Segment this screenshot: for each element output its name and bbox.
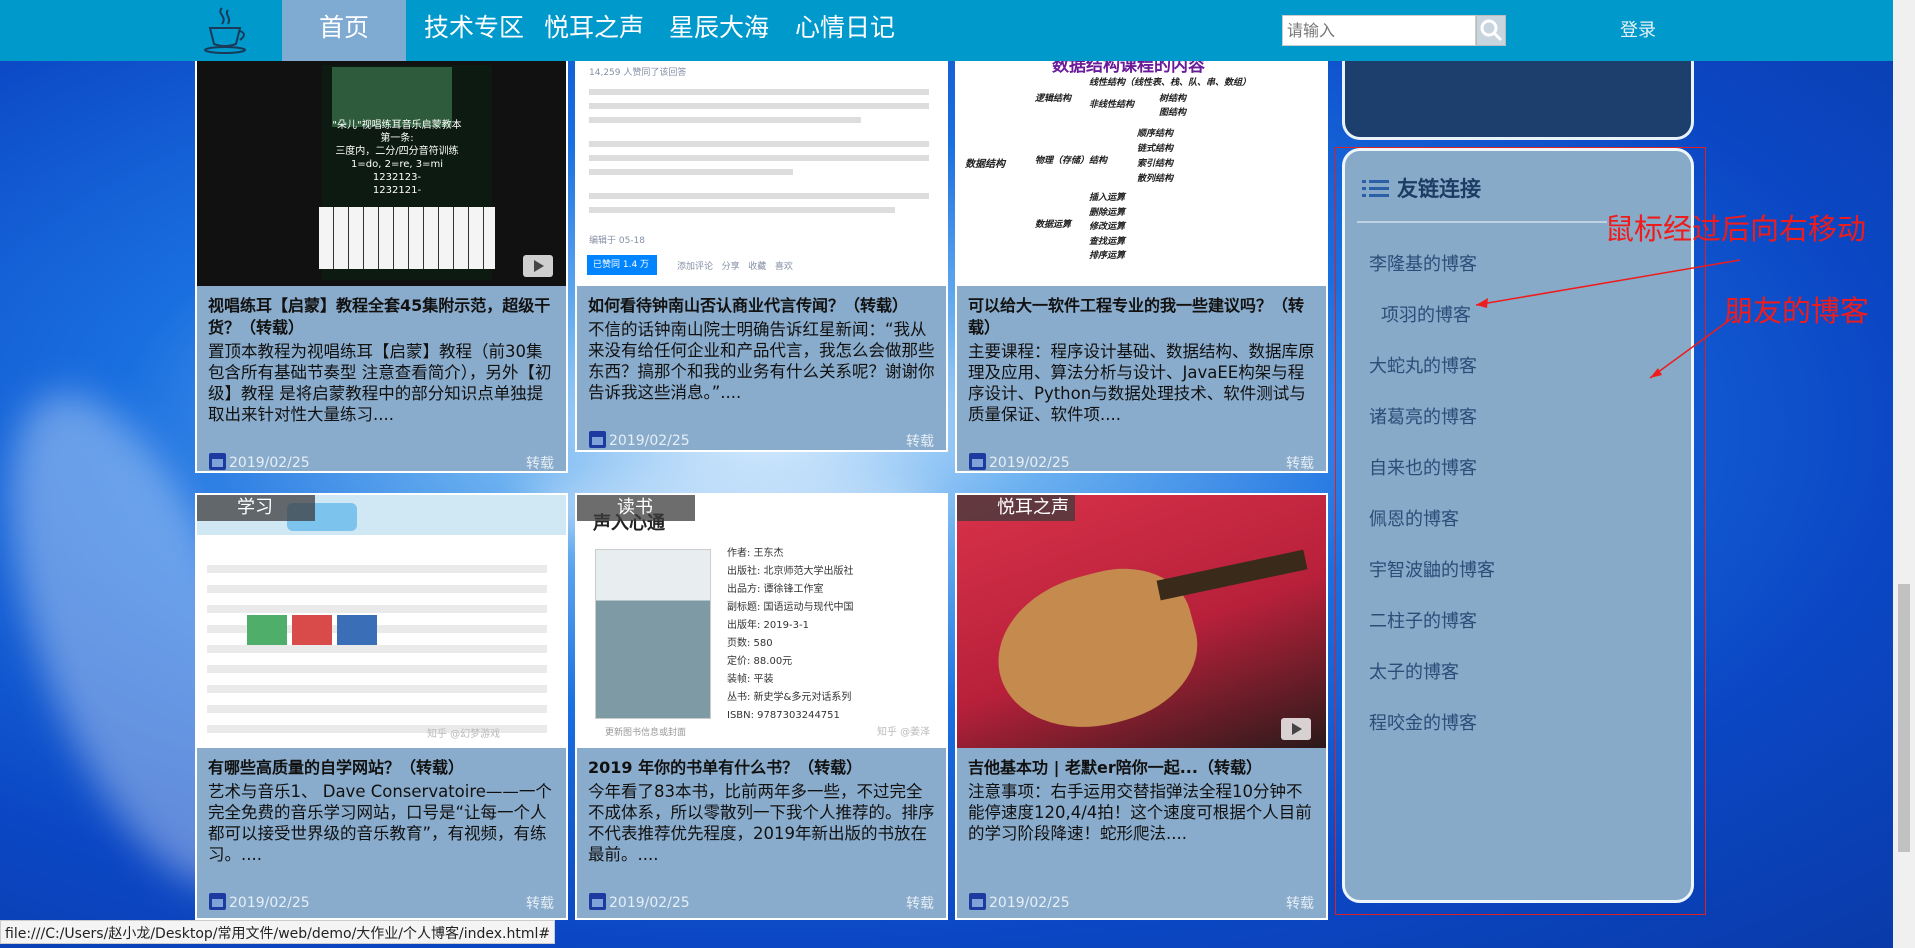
arrow-head [1650, 368, 1662, 378]
login-link[interactable]: 登录 [1620, 16, 1656, 42]
search-icon [1480, 19, 1503, 42]
search-button[interactable] [1476, 15, 1506, 46]
arrow-head [1476, 298, 1488, 308]
nav-diary[interactable]: 心情日记 [786, 0, 904, 61]
java-cup-logo-icon[interactable] [200, 4, 250, 56]
nav-tech[interactable]: 技术专区 [412, 0, 536, 61]
nav-stars[interactable]: 星辰大海 [660, 0, 778, 61]
top-nav-bar: 首页 技术专区 悦耳之声 星辰大海 心情日记 登录 [0, 0, 1893, 61]
browser-status-bar: file:///C:/Users/赵小龙/Desktop/常用文件/web/de… [0, 920, 556, 944]
search-input[interactable] [1282, 15, 1476, 46]
scrollbar-thumb[interactable] [1898, 584, 1910, 852]
annotation-arrows [1475, 259, 1741, 379]
arrow-line [1475, 259, 1741, 306]
arrow-line [1649, 315, 1736, 379]
nav-home[interactable]: 首页 [282, 0, 406, 61]
nav-music[interactable]: 悦耳之声 [536, 0, 652, 61]
